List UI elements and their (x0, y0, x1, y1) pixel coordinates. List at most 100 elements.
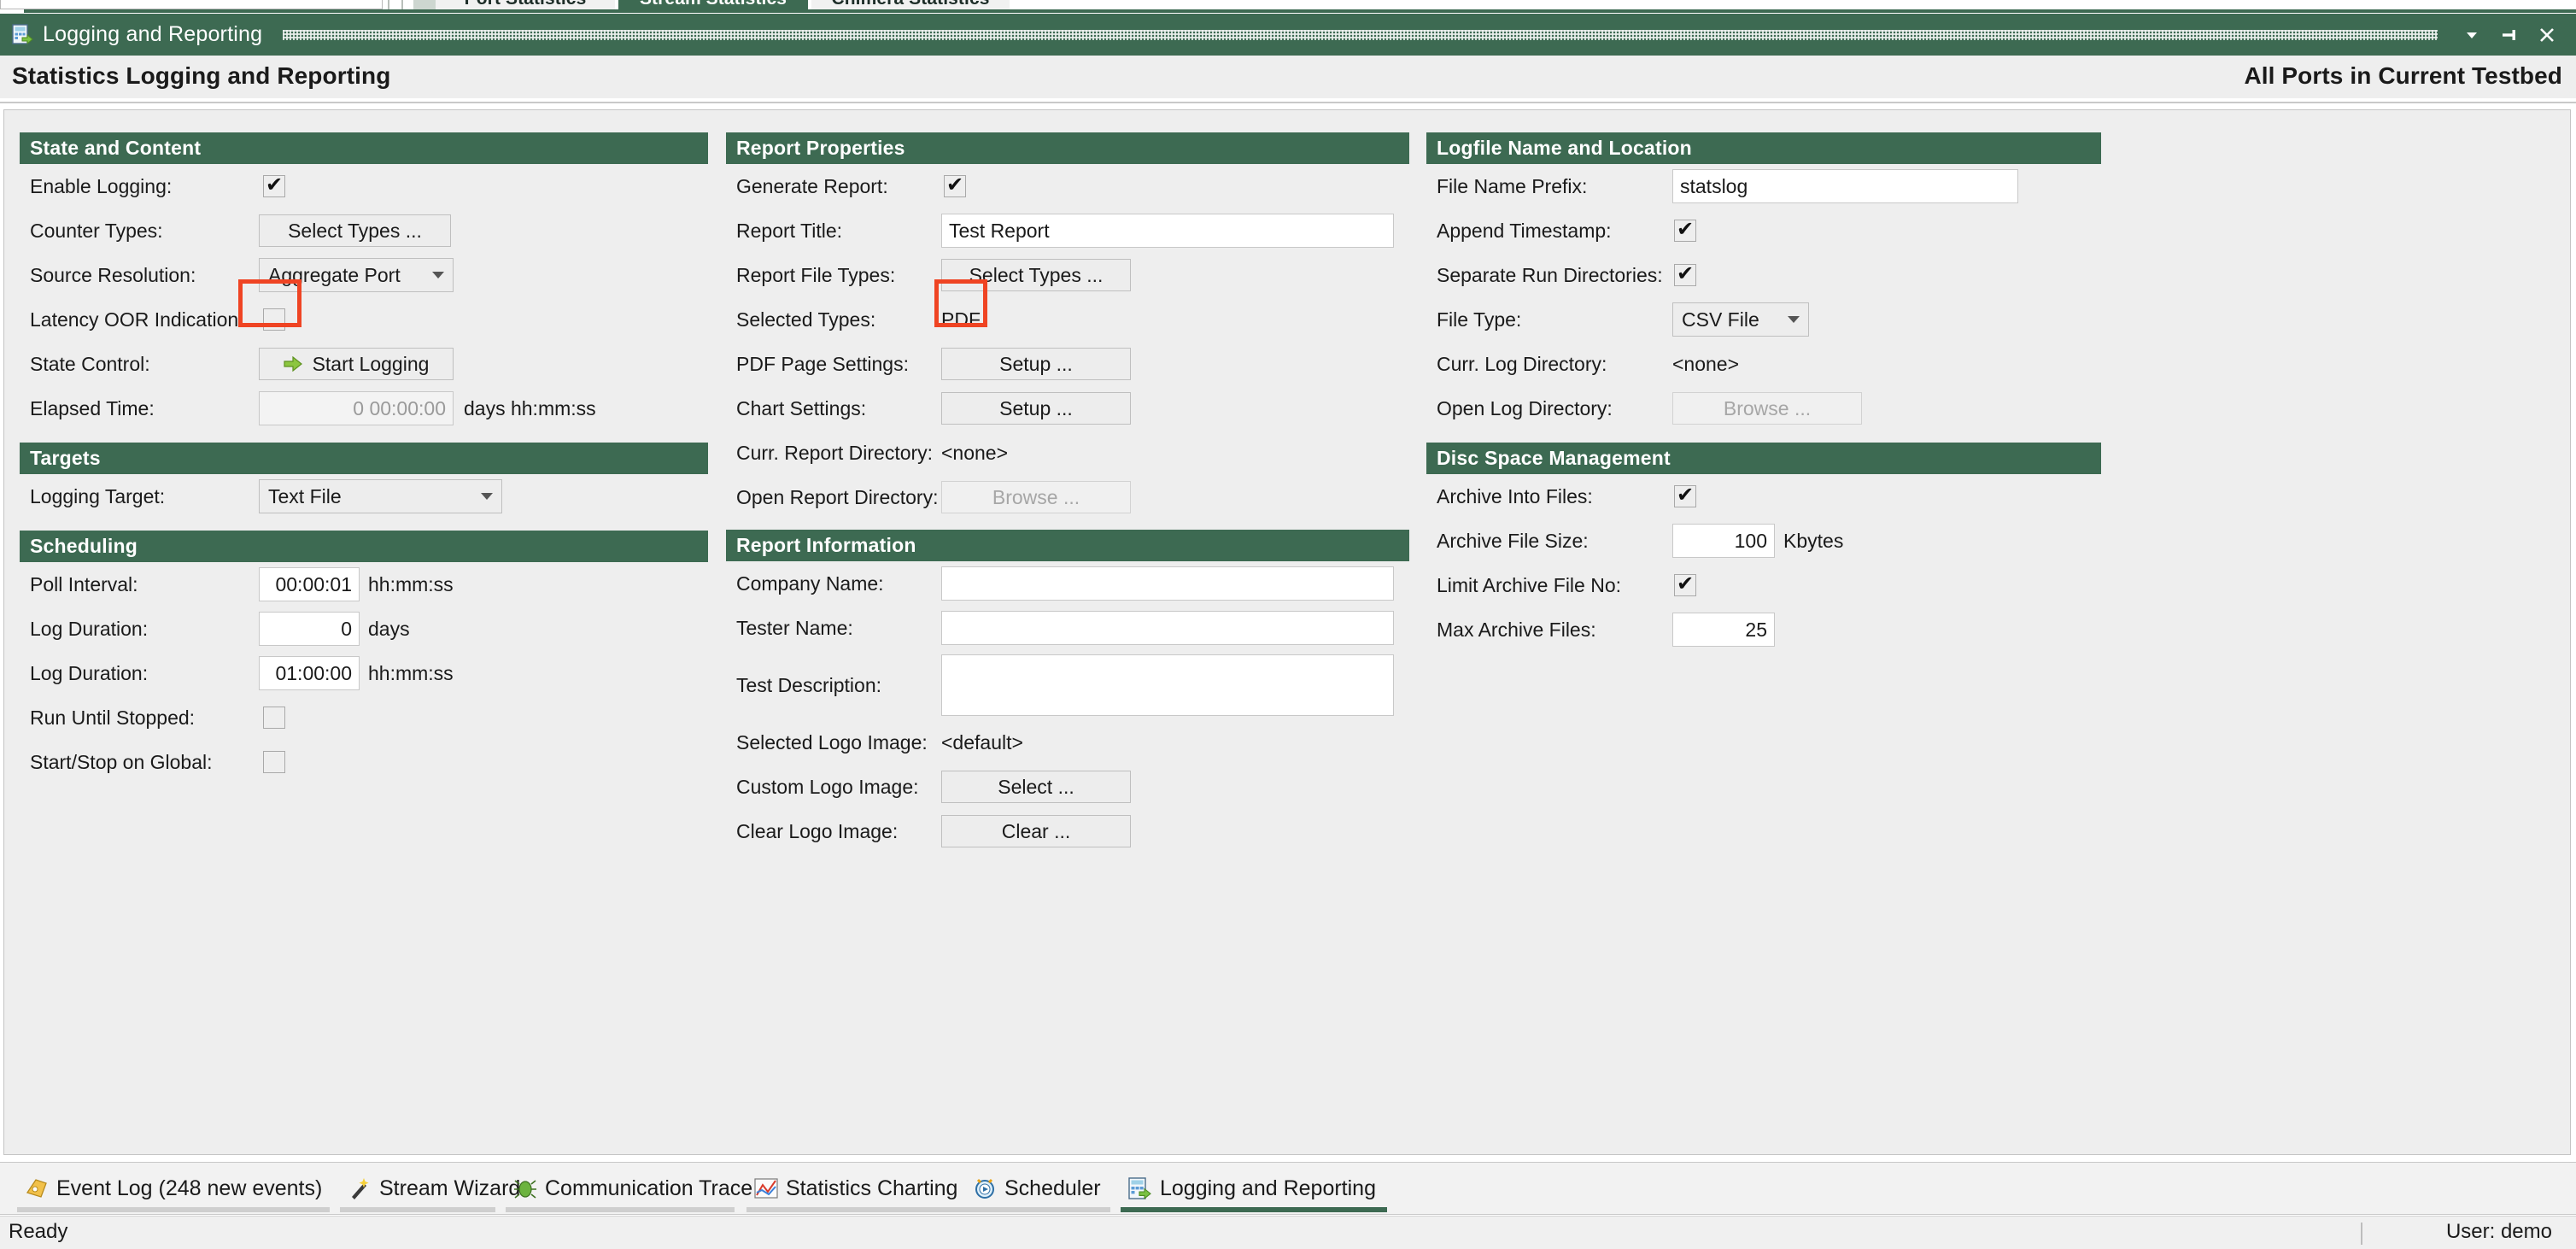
source-resolution-label: Source Resolution: (30, 264, 196, 286)
row-archive-file-size: Archive File Size: 100 Kbytes (1426, 519, 2101, 563)
separate-run-directories-checkbox[interactable] (1674, 264, 1696, 286)
pdf-page-settings-setup-button[interactable]: Setup ... (941, 348, 1131, 380)
file-type-combo[interactable]: CSV File (1672, 302, 1809, 337)
taskbar-item-communication-trace[interactable]: Communication Trace (504, 1166, 761, 1212)
report-title-input[interactable]: Test Report (941, 214, 1394, 248)
group-header: Targets (20, 443, 708, 474)
tab-underline (24, 9, 2576, 13)
test-description-label: Test Description: (736, 674, 882, 696)
taskbar-underbar (17, 1207, 330, 1212)
taskbar-underbar (506, 1207, 735, 1212)
archive-into-files-checkbox[interactable] (1674, 485, 1696, 507)
open-report-directory-browse-button[interactable]: Browse ... (941, 481, 1131, 513)
row-selected-types: Selected Types: PDF (726, 297, 1409, 342)
company-name-input[interactable] (941, 566, 1394, 601)
file-type-value: CSV File (1682, 308, 1759, 331)
taskbar-item-label: Communication Trace (545, 1176, 753, 1200)
elapsed-time-unit: days hh:mm:ss (464, 397, 596, 419)
taskbar-item-event-log[interactable]: Event Log (248 new events) (15, 1166, 331, 1212)
start-logging-button[interactable]: Start Logging (259, 348, 454, 380)
group-logfile-name-and-location: Logfile Name and Location File Name Pref… (1426, 132, 2101, 431)
open-log-directory-browse-button[interactable]: Browse ... (1672, 392, 1862, 425)
group-header: Report Information (726, 530, 1409, 561)
report-title-label: Report Title: (736, 220, 842, 242)
tab-label: Stream Statistics (640, 0, 787, 9)
custom-logo-image-label: Custom Logo Image: (736, 776, 919, 798)
taskbar-item-logging-and-reporting[interactable]: Logging and Reporting (1119, 1166, 1387, 1212)
taskbar-underbar (1121, 1207, 1387, 1212)
row-state-control: State Control: Start Logging (20, 342, 708, 386)
poll-interval-input[interactable]: 00:00:01 (259, 567, 360, 601)
curr-report-directory-value: <none> (941, 442, 1009, 464)
group-header: State and Content (20, 132, 708, 164)
max-archive-files-input[interactable]: 25 (1672, 613, 1775, 647)
archive-file-size-input[interactable]: 100 (1672, 524, 1775, 558)
enable-logging-checkbox[interactable] (263, 175, 285, 197)
taskbar-item-label: Scheduler (1004, 1176, 1101, 1200)
log-duration-time-input[interactable]: 01:00:00 (259, 656, 360, 690)
taskbar-item-label: Logging and Reporting (1160, 1176, 1376, 1200)
archive-file-size-unit: Kbytes (1783, 530, 1844, 552)
logging-target-combo[interactable]: Text File (259, 479, 502, 513)
company-name-label: Company Name: (736, 572, 884, 595)
limit-archive-file-no-checkbox[interactable] (1674, 574, 1696, 596)
source-resolution-combo[interactable]: Aggregate Port (259, 258, 454, 292)
chevron-down-icon (1788, 316, 1800, 323)
tab-label: Port Statistics (465, 0, 587, 9)
chart-icon (753, 1176, 779, 1201)
generate-report-checkbox[interactable] (944, 175, 966, 197)
taskbar-underbar (340, 1207, 495, 1212)
row-log-duration-days: Log Duration: 0 days (20, 607, 708, 651)
file-name-prefix-input[interactable]: statslog (1672, 169, 2018, 203)
panel-title: Logging and Reporting (43, 22, 263, 46)
taskbar-item-label: Stream Wizard (379, 1176, 521, 1200)
poll-interval-label: Poll Interval: (30, 573, 138, 595)
counter-types-label: Counter Types: (30, 220, 163, 242)
select-counter-types-button[interactable]: Select Types ... (259, 214, 451, 247)
row-start-stop-on-global: Start/Stop on Global: (20, 740, 708, 784)
run-until-stopped-checkbox[interactable] (263, 707, 285, 729)
toolbar-field-remnant (0, 0, 383, 9)
window-menu-button[interactable] (2453, 16, 2491, 54)
latency-oor-checkbox[interactable] (263, 308, 285, 331)
row-source-resolution: Source Resolution: Aggregate Port (20, 253, 708, 297)
page-title: Statistics Logging and Reporting (12, 62, 391, 89)
clear-logo-image-clear-button[interactable]: Clear ... (941, 815, 1131, 847)
source-resolution-value: Aggregate Port (268, 263, 401, 286)
row-curr-report-directory: Curr. Report Directory: <none> (726, 431, 1409, 475)
generate-report-label: Generate Report: (736, 175, 888, 197)
open-report-directory-label: Open Report Directory: (736, 486, 939, 508)
auto-hide-pin-button[interactable] (2491, 16, 2528, 54)
tester-name-input[interactable] (941, 611, 1394, 645)
pdf-page-settings-label: PDF Page Settings: (736, 353, 909, 375)
taskbar-item-scheduler[interactable]: Scheduler (963, 1166, 1110, 1212)
row-curr-log-directory: Curr. Log Directory: <none> (1426, 342, 2101, 386)
close-button[interactable] (2528, 16, 2566, 54)
row-report-title: Report Title: Test Report (726, 208, 1409, 253)
selected-types-label: Selected Types: (736, 308, 876, 331)
row-archive-into-files: Archive Into Files: (1426, 474, 2101, 519)
poll-interval-unit: hh:mm:ss (368, 573, 454, 595)
column-right: Logfile Name and Location File Name Pref… (1426, 132, 2101, 652)
taskbar-item-statistics-charting[interactable]: Statistics Charting (745, 1166, 969, 1212)
custom-logo-image-select-button[interactable]: Select ... (941, 771, 1131, 803)
row-elapsed-time: Elapsed Time: 0 00:00:00 days hh:mm:ss (20, 386, 708, 431)
group-header: Scheduling (20, 531, 708, 562)
header-divider (0, 102, 2576, 103)
column-middle: Report Properties Generate Report: Repor… (726, 132, 1409, 853)
start-stop-on-global-checkbox[interactable] (263, 751, 285, 773)
log-duration-time-label: Log Duration: (30, 662, 149, 684)
taskbar-item-stream-wizard[interactable]: Stream Wizard (338, 1166, 529, 1212)
max-archive-files-label: Max Archive Files: (1437, 619, 1596, 641)
test-description-textarea[interactable] (941, 654, 1394, 716)
chart-settings-setup-button[interactable]: Setup ... (941, 392, 1131, 425)
append-timestamp-checkbox[interactable] (1674, 220, 1696, 242)
row-tester-name: Tester Name: (726, 606, 1409, 650)
report-file-types-label: Report File Types: (736, 264, 896, 286)
append-timestamp-label: Append Timestamp: (1437, 220, 1612, 242)
log-duration-days-input[interactable]: 0 (259, 612, 360, 646)
selected-logo-image-label: Selected Logo Image: (736, 731, 928, 754)
select-report-file-types-button[interactable]: Select Types ... (941, 259, 1131, 291)
logging-target-value: Text File (268, 484, 342, 507)
run-until-stopped-label: Run Until Stopped: (30, 707, 196, 729)
